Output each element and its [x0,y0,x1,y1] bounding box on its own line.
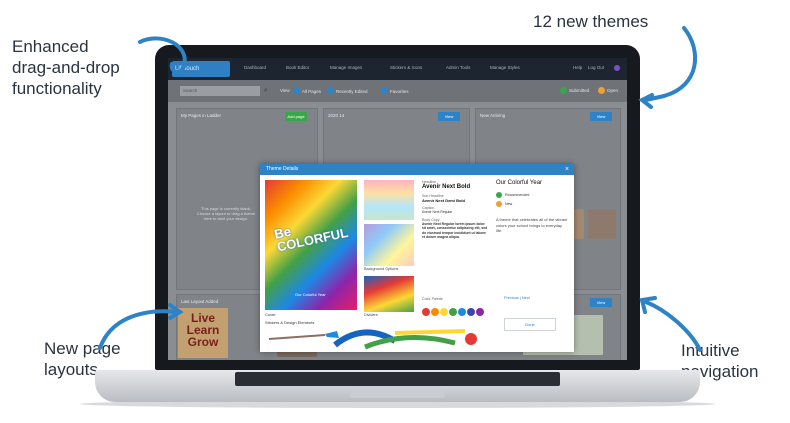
callout-drag-and-drop: Enhanced drag-and-drop functionality [12,36,120,99]
cover-subtitle: Our Colorful Year [295,292,326,297]
callout-line: functionality [12,79,102,98]
laptop-screen: Lifetouch Dashboard Book Editor Manage I… [155,45,640,370]
card-text: Grow [187,335,219,349]
empty-page-text: This page is currently blank. Choose a l… [196,206,256,221]
view-button[interactable]: View [438,112,460,121]
panel-title: Last Layout Added [181,299,219,304]
paintbrush-stickers[interactable] [265,325,489,351]
palette-color-swatch[interactable] [440,308,448,316]
checkbox-icon[interactable] [328,88,334,94]
palette-color-swatch[interactable] [422,308,430,316]
tag-new: New [496,201,568,207]
theme-details-modal: Theme Details × Be COLORFUL Our Colorful… [260,164,574,352]
tag-label: Recommended [505,193,530,197]
trackpad [350,388,445,398]
nav-item-help[interactable]: Help [573,65,582,70]
close-icon[interactable]: × [565,165,569,174]
laptop-base [95,370,700,402]
modal-title: Theme Details [266,166,299,172]
cover-title: Be COLORFUL [272,223,350,255]
caption-font: Avenir Next Regular [422,210,453,214]
status-dot-icon [496,201,502,207]
view-button[interactable]: View [590,112,612,121]
palette-color-swatch[interactable] [449,308,457,316]
nav-item-logout[interactable]: Log Out [588,65,604,70]
swatch-label: Background Options [364,267,399,271]
search-icon[interactable]: ⌕ [264,87,268,95]
theme-pager[interactable]: Previous | Next [504,296,530,300]
nav-item-dashboard[interactable]: Dashboard [244,65,266,70]
filter-favorites[interactable]: Favorites [382,88,409,94]
swatch-label: Dividers [364,313,378,317]
app-logo[interactable]: Lifetouch [172,61,230,77]
palette-label: Color Palette [422,297,443,301]
tag-label: New [505,202,513,206]
palette-color-swatch[interactable] [467,308,475,316]
background-swatch[interactable] [364,224,414,266]
palette-color-swatch[interactable] [458,308,466,316]
filter-label: View [280,88,290,93]
nav-item-manage-images[interactable]: Manage Images [330,65,362,70]
add-page-button[interactable]: Add page [285,112,307,121]
toolbar: Search ⌕ View All Pages Recently Edited … [168,80,627,102]
nav-item-manage-styles[interactable]: Manage Styles [490,65,520,70]
filter-label: Recently Edited [336,89,368,94]
modal-header: Theme Details × [260,164,574,175]
body-sample: Avenir Next Regular lorem ipsum dolor si… [422,221,488,240]
keyboard [235,372,560,386]
palette-swatches [422,303,485,321]
filter-recently-edited[interactable]: Recently Edited [328,88,368,94]
panel-title: New Arriving [480,113,506,118]
subheadline-font: Avenir Next Demi Bold [422,198,465,203]
legend-submitted: Submitted [560,87,589,94]
theme-description: A theme that celebrates all of the vibra… [496,217,568,233]
avatar[interactable] [614,65,620,71]
callout-line: Enhanced [12,37,89,56]
photo-thumbnail[interactable] [588,209,616,239]
legend-open: Open [598,87,618,94]
divider-swatch[interactable] [364,276,414,312]
theme-summary: Our Colorful Year Recommended New A them… [496,180,568,300]
theme-cover-preview[interactable]: Be COLORFUL Our Colorful Year [265,180,357,310]
panel-title: My Pages in Ladder [181,113,222,118]
status-dot-icon [496,192,502,198]
filter-label: All Pages [302,89,322,94]
filter-all-pages[interactable]: All Pages [294,88,321,94]
callout-line: drag-and-drop [12,58,120,77]
legend-label: Submitted [569,88,590,93]
checkbox-icon[interactable] [382,88,388,94]
search-input[interactable]: Search [180,86,260,96]
callout-new-themes: 12 new themes [533,12,649,31]
typography-specs: Headline Avenir Next Bold Sub Headline A… [422,180,488,243]
checkbox-icon[interactable] [294,88,300,94]
status-dot-icon [560,87,567,94]
nav-item-admin-tools[interactable]: Admin Tools [446,65,470,70]
view-button[interactable]: View [590,298,612,307]
filter-label: Favorites [390,89,409,94]
tag-recommended: Recommended [496,192,568,198]
layout-thumbnail-live-learn-grow[interactable]: Live Learn Grow [178,308,228,358]
background-swatch[interactable] [364,180,414,220]
status-dot-icon [598,87,605,94]
callout-line: New page [44,339,121,358]
app-screen: Lifetouch Dashboard Book Editor Manage I… [168,58,627,360]
color-palette: Color Palette [422,297,485,321]
theme-name: Our Colorful Year [496,180,543,186]
top-navigation: Lifetouch Dashboard Book Editor Manage I… [168,58,627,80]
done-button[interactable]: Done [504,318,556,331]
headline-font: Avenir Next Bold [422,184,471,190]
palette-color-swatch[interactable] [476,308,484,316]
cover-label: Cover [265,312,276,317]
callout-line: Intuitive [681,341,740,360]
panel-title: 2020 14 [328,113,345,118]
legend-label: Open [607,88,619,93]
nav-item-book-editor[interactable]: Book Editor [286,65,309,70]
nav-item-stickers[interactable]: Stickers & Icons [390,65,422,70]
palette-color-swatch[interactable] [431,308,439,316]
